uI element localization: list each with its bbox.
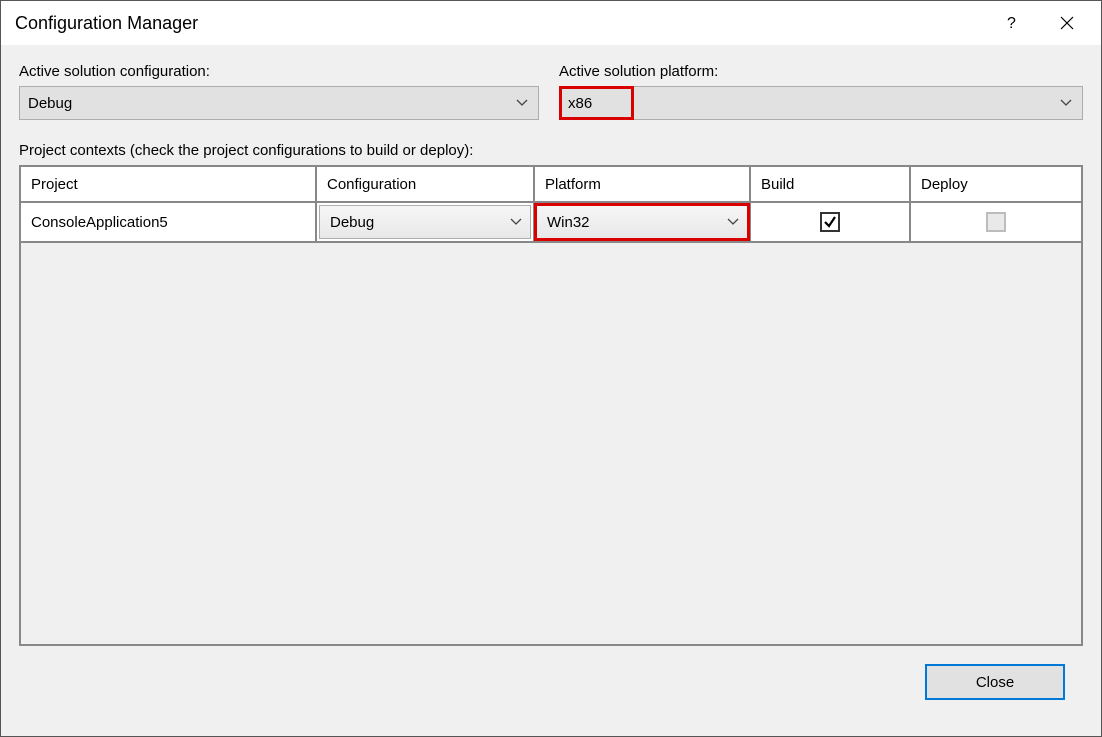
header-deploy[interactable]: Deploy xyxy=(911,167,1081,201)
titlebar: Configuration Manager ? xyxy=(1,1,1101,45)
row-config-value: Debug xyxy=(330,214,508,231)
cell-build xyxy=(751,203,911,241)
grid-header-row: Project Configuration Platform Build Dep… xyxy=(21,167,1081,203)
configuration-manager-dialog: Configuration Manager ? Active solution … xyxy=(0,0,1102,737)
build-checkbox[interactable] xyxy=(820,212,840,232)
close-button[interactable]: Close xyxy=(925,664,1065,700)
header-platform[interactable]: Platform xyxy=(535,167,751,201)
cell-deploy xyxy=(911,203,1081,241)
dialog-footer: Close xyxy=(19,646,1083,718)
active-platform-label: Active solution platform: xyxy=(559,63,1083,80)
solution-selectors: Active solution configuration: Debug Act… xyxy=(19,63,1083,120)
chevron-down-icon xyxy=(725,218,741,226)
table-row: ConsoleApplication5 Debug Win32 xyxy=(21,203,1081,243)
active-config-combo[interactable]: Debug xyxy=(19,86,539,120)
header-build[interactable]: Build xyxy=(751,167,911,201)
active-platform-value: x86 xyxy=(568,95,1058,112)
grid-body: ConsoleApplication5 Debug Win32 xyxy=(21,203,1081,644)
svg-text:?: ? xyxy=(1007,15,1016,32)
active-platform-combo[interactable]: x86 xyxy=(559,86,1083,120)
active-platform-field: Active solution platform: x86 xyxy=(559,63,1083,120)
chevron-down-icon xyxy=(514,99,530,107)
help-icon[interactable]: ? xyxy=(1001,11,1025,35)
header-project[interactable]: Project xyxy=(21,167,317,201)
cell-platform: Win32 xyxy=(535,203,751,241)
window-title: Configuration Manager xyxy=(15,13,1001,34)
dialog-content: Active solution configuration: Debug Act… xyxy=(1,45,1101,736)
row-config-combo[interactable]: Debug xyxy=(319,205,531,239)
active-config-value: Debug xyxy=(28,95,514,112)
cell-configuration: Debug xyxy=(317,203,535,241)
chevron-down-icon xyxy=(1058,99,1074,107)
header-configuration[interactable]: Configuration xyxy=(317,167,535,201)
project-contexts-grid: Project Configuration Platform Build Dep… xyxy=(19,165,1083,646)
row-platform-combo[interactable]: Win32 xyxy=(534,203,750,241)
chevron-down-icon xyxy=(508,218,524,226)
close-icon[interactable] xyxy=(1055,11,1079,35)
active-config-field: Active solution configuration: Debug xyxy=(19,63,539,120)
titlebar-controls: ? xyxy=(1001,11,1087,35)
cell-project-name: ConsoleApplication5 xyxy=(21,203,317,241)
active-config-label: Active solution configuration: xyxy=(19,63,539,80)
project-contexts-label: Project contexts (check the project conf… xyxy=(19,142,1083,159)
deploy-checkbox xyxy=(986,212,1006,232)
row-platform-value: Win32 xyxy=(547,214,725,231)
